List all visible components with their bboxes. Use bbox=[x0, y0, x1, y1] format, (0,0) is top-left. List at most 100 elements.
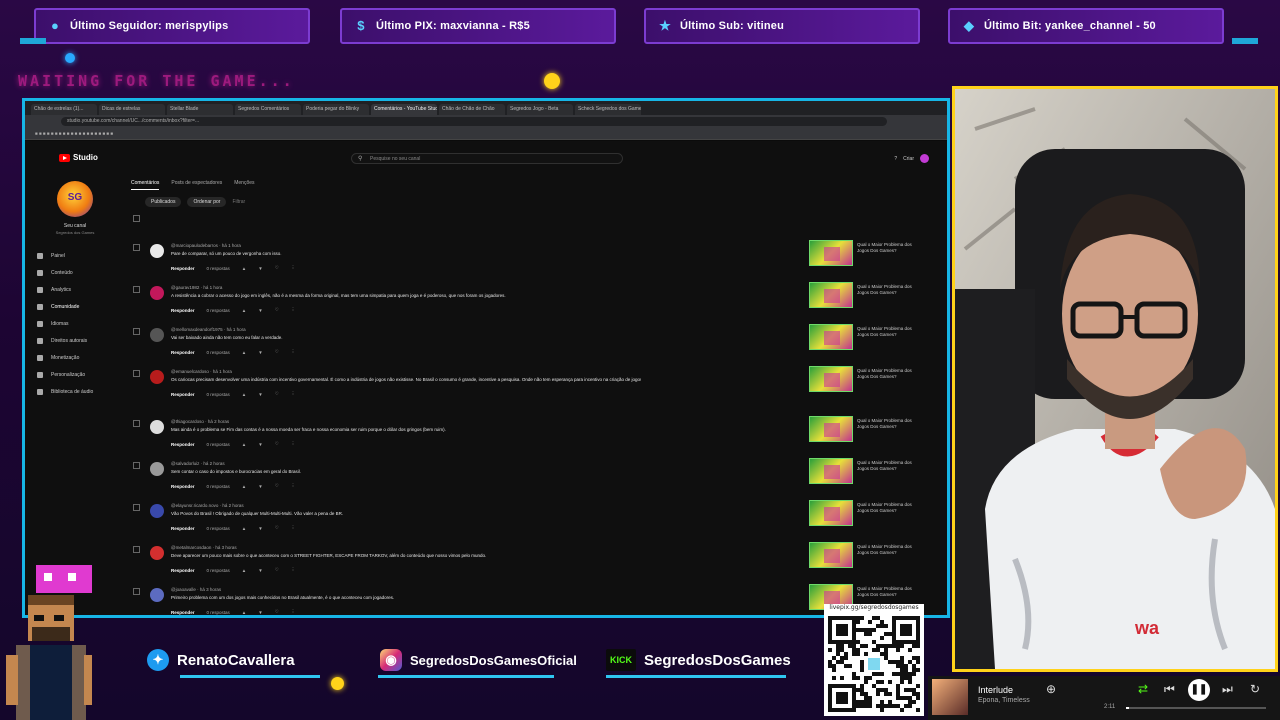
avatar[interactable] bbox=[150, 588, 164, 602]
more-icon[interactable]: ⋮ bbox=[291, 525, 296, 531]
select-all-checkbox[interactable] bbox=[133, 215, 140, 222]
tab-posts[interactable]: Posts de espectadores bbox=[171, 180, 222, 190]
video-title[interactable]: Qual o Maior Problema dos Jogos Dos Game… bbox=[857, 326, 921, 338]
row-checkbox[interactable] bbox=[133, 328, 140, 335]
comment-author[interactable]: @metalmarcosdaon · há 3 horas bbox=[171, 545, 237, 550]
video-thumbnail[interactable] bbox=[809, 240, 853, 266]
reply-button[interactable]: Responder bbox=[171, 484, 195, 489]
heart-icon[interactable]: ♡ bbox=[275, 567, 279, 573]
shuffle-icon[interactable]: ⇄ bbox=[1138, 682, 1148, 696]
comment-author[interactable]: @salvadorluiz · há 2 horas bbox=[171, 461, 225, 466]
video-title[interactable]: Qual o Maior Problema dos Jogos Dos Game… bbox=[857, 368, 921, 380]
more-icon[interactable]: ⋮ bbox=[291, 391, 296, 397]
more-icon[interactable]: ⋮ bbox=[291, 567, 296, 573]
dislike-icon[interactable]: ▼ bbox=[258, 526, 262, 531]
like-icon[interactable]: ▲ bbox=[242, 350, 246, 355]
replies-count[interactable]: 0 respostas bbox=[207, 266, 230, 271]
avatar[interactable] bbox=[150, 420, 164, 434]
comment-author[interactable]: @mellomaxdeandorf1975 · há 1 hora bbox=[171, 327, 246, 332]
browser-tab[interactable]: Segredos Jogo - Beta bbox=[507, 104, 573, 115]
video-title[interactable]: Qual o Maior Problema dos Jogos Dos Game… bbox=[857, 418, 921, 430]
progress-bar[interactable] bbox=[1126, 707, 1266, 709]
more-icon[interactable]: ⋮ bbox=[291, 307, 296, 313]
replies-count[interactable]: 0 respostas bbox=[207, 610, 230, 615]
video-title[interactable]: Qual o Maior Problema dos Jogos Dos Game… bbox=[857, 544, 921, 556]
browser-tab[interactable]: Chão de estrelas (1)... bbox=[31, 104, 97, 115]
row-checkbox[interactable] bbox=[133, 462, 140, 469]
heart-icon[interactable]: ♡ bbox=[275, 265, 279, 271]
reply-button[interactable]: Responder bbox=[171, 610, 195, 615]
replies-count[interactable]: 0 respostas bbox=[207, 526, 230, 531]
heart-icon[interactable]: ♡ bbox=[275, 391, 279, 397]
video-title[interactable]: Qual o Maior Problema dos Jogos Dos Game… bbox=[857, 460, 921, 472]
comment-author[interactable]: @marciopaulodebarros · há 1 hora bbox=[171, 243, 241, 248]
avatar[interactable] bbox=[150, 546, 164, 560]
url-field[interactable]: studio.youtube.com/channel/UC.../comment… bbox=[61, 117, 887, 126]
sidebar-item-painel[interactable]: Painel bbox=[37, 247, 93, 264]
replies-count[interactable]: 0 respostas bbox=[207, 568, 230, 573]
browser-tab[interactable]: Chão de Chão de Chão bbox=[439, 104, 505, 115]
comment-author[interactable]: @joaoavalle · há 3 horas bbox=[171, 587, 221, 592]
comment-author[interactable]: @gaurav1982 · há 1 hora bbox=[171, 285, 222, 290]
video-thumbnail[interactable] bbox=[809, 282, 853, 308]
replies-count[interactable]: 0 respostas bbox=[207, 308, 230, 313]
sidebar-item-direitos[interactable]: Direitos autorais bbox=[37, 332, 93, 349]
video-thumbnail[interactable] bbox=[809, 366, 853, 392]
filter-chip-publicados[interactable]: Publicados bbox=[145, 197, 182, 207]
video-thumbnail[interactable] bbox=[809, 542, 853, 568]
dislike-icon[interactable]: ▼ bbox=[258, 308, 262, 313]
comment-author[interactable]: @emanuelcardoso · há 1 hora bbox=[171, 369, 232, 374]
dislike-icon[interactable]: ▼ bbox=[258, 266, 262, 271]
sidebar-item-conteudo[interactable]: Conteúdo bbox=[37, 264, 93, 281]
browser-tab[interactable]: Scheck Segredos dos Games bbox=[575, 104, 641, 115]
more-icon[interactable]: ⋮ bbox=[291, 349, 296, 355]
reply-button[interactable]: Responder bbox=[171, 526, 195, 531]
row-checkbox[interactable] bbox=[133, 588, 140, 595]
video-title[interactable]: Qual o Maior Problema dos Jogos Dos Game… bbox=[857, 502, 921, 514]
browser-tab[interactable]: Poderia pegar do Blinky bbox=[303, 104, 369, 115]
dislike-icon[interactable]: ▼ bbox=[258, 610, 262, 615]
sort-chip[interactable]: Ordenar por bbox=[187, 197, 227, 207]
row-checkbox[interactable] bbox=[133, 286, 140, 293]
row-checkbox[interactable] bbox=[133, 546, 140, 553]
video-thumbnail[interactable] bbox=[809, 458, 853, 484]
avatar[interactable] bbox=[150, 328, 164, 342]
sidebar-item-comunidade[interactable]: Comunidade bbox=[37, 298, 93, 315]
reply-button[interactable]: Responder bbox=[171, 442, 195, 447]
repeat-icon[interactable]: ↻ bbox=[1250, 682, 1260, 696]
more-icon[interactable]: ⋮ bbox=[291, 265, 296, 271]
browser-tab[interactable]: Dicas de estrelas bbox=[99, 104, 165, 115]
video-thumbnail[interactable] bbox=[809, 416, 853, 442]
avatar[interactable] bbox=[150, 462, 164, 476]
more-icon[interactable]: ⋮ bbox=[291, 609, 296, 615]
dislike-icon[interactable]: ▼ bbox=[258, 392, 262, 397]
sidebar-item-analytics[interactable]: Analytics bbox=[37, 281, 93, 298]
reply-button[interactable]: Responder bbox=[171, 308, 195, 313]
filter-label[interactable]: Filtrar bbox=[232, 197, 245, 207]
create-button[interactable]: Criar bbox=[903, 156, 914, 162]
row-checkbox[interactable] bbox=[133, 504, 140, 511]
reply-button[interactable]: Responder bbox=[171, 350, 195, 355]
replies-count[interactable]: 0 respostas bbox=[207, 442, 230, 447]
browser-tab-active[interactable]: Comentários - YouTube Studio bbox=[371, 104, 437, 115]
help-icon[interactable]: ? bbox=[894, 156, 897, 162]
video-title[interactable]: Qual o Maior Problema dos Jogos Dos Game… bbox=[857, 284, 921, 296]
sidebar-item-monetizacao[interactable]: Monetização bbox=[37, 349, 93, 366]
comment-author[interactable]: @elayunsr.ricardo.novo · há 2 horas bbox=[171, 503, 244, 508]
heart-icon[interactable]: ♡ bbox=[275, 441, 279, 447]
more-icon[interactable]: ⋮ bbox=[291, 483, 296, 489]
account-avatar[interactable] bbox=[920, 154, 929, 163]
pause-button[interactable]: ❚❚ bbox=[1188, 679, 1210, 701]
avatar[interactable] bbox=[150, 286, 164, 300]
next-icon[interactable]: ⏭ bbox=[1222, 682, 1233, 697]
replies-count[interactable]: 0 respostas bbox=[207, 350, 230, 355]
like-icon[interactable]: ▲ bbox=[242, 610, 246, 615]
like-icon[interactable]: ▲ bbox=[242, 266, 246, 271]
tab-comentarios[interactable]: Comentários bbox=[131, 180, 160, 190]
browser-tab[interactable]: Segredos Comentários bbox=[235, 104, 301, 115]
video-thumbnail[interactable] bbox=[809, 324, 853, 350]
more-icon[interactable]: ⋮ bbox=[291, 441, 296, 447]
like-icon[interactable]: ▲ bbox=[242, 526, 246, 531]
video-title[interactable]: Qual o Maior Problema dos Jogos Dos Game… bbox=[857, 586, 921, 598]
comment-author[interactable]: @thiagocardoso · há 2 horas bbox=[171, 419, 229, 424]
